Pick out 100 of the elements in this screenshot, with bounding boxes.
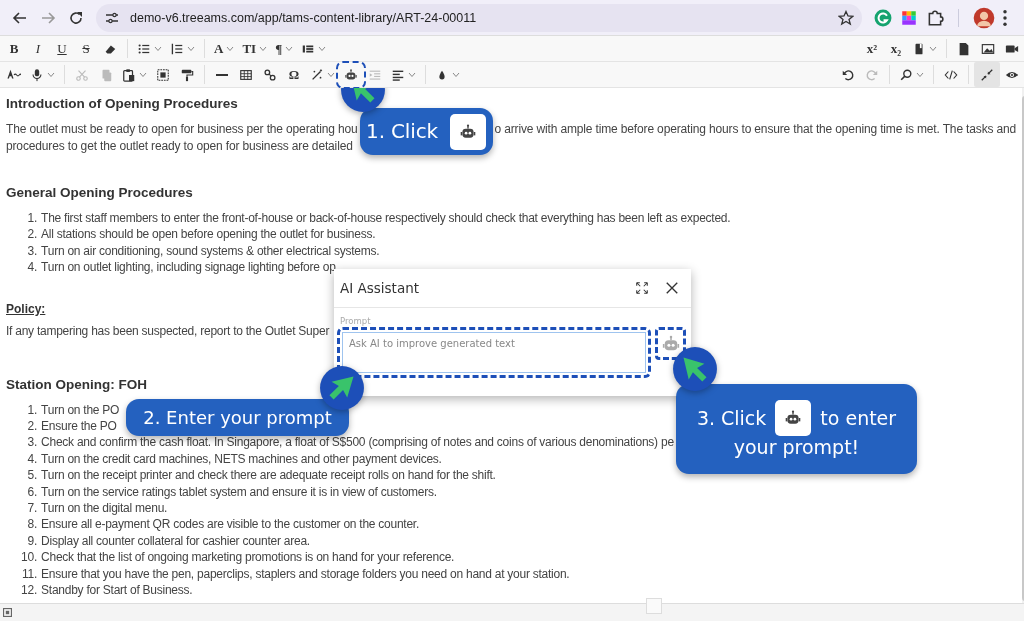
list-item-text: Turn on the digital menu. (40, 500, 168, 517)
magic-wand-icon (310, 67, 324, 82)
menu-icon[interactable] (1003, 9, 1007, 26)
star-icon (838, 9, 854, 26)
list-number: 8. (26, 516, 38, 533)
list-item-text: Turn on air conditioning, sound systems & other electrical systems. (40, 242, 380, 260)
policy-text: If any tampering has been suspected, report to the Outlet Super (6, 323, 330, 338)
horizontal-rule-icon (216, 73, 228, 76)
paragraph-text: o arrive with ample time before operating hours to ensure that the opening time is met. The tasks and (494, 121, 1017, 138)
list-item-text: Turn on the receipt printer and check there are adequate receipt rolls on hand for the shift. (40, 467, 496, 484)
list-number: 1. (26, 210, 38, 227)
caret-icon (327, 71, 335, 78)
list-item-text: Display all counter collateral for cashier counter area. (40, 532, 310, 550)
avatar-icon (973, 6, 995, 29)
caret-icon (47, 71, 55, 78)
caret-icon (285, 45, 294, 52)
palette-icon (900, 8, 918, 27)
prompt-field[interactable]: Ask AI to improve generated text (337, 327, 651, 378)
callout-text: 2. Enter your prompt (143, 407, 332, 428)
numbered-list-icon (170, 41, 184, 56)
list-item-text: The first staff members to enter the front-of-house or back-of-house respectively should check that everything has been left as expected. (40, 210, 731, 227)
list-item-text: Check that the list of ongoing marketing promotions is on hand for your reference. (40, 549, 455, 566)
url-text: demo-v6.treeams.com/app/tams-content-library/ART-24-00011 (130, 10, 478, 25)
expand-icon (635, 281, 649, 295)
select-all-icon (156, 67, 170, 82)
list-number: 6. (26, 483, 38, 501)
callout-text: 1. Click (366, 123, 438, 140)
reload-icon (68, 9, 84, 26)
list-number: 7. (26, 500, 38, 517)
caret-icon (139, 71, 147, 78)
redo-icon (865, 67, 879, 82)
back-icon (12, 9, 28, 26)
format-button[interactable]: A (210, 37, 239, 60)
caret-icon (408, 71, 416, 78)
paint-roller-icon (180, 67, 194, 82)
list-item-text: Standby for Start of Business. (40, 582, 193, 599)
list-number: 3. (26, 434, 38, 451)
file-icon (957, 41, 971, 56)
list-number: 12. (20, 582, 38, 599)
list-number: 3. (26, 242, 38, 260)
list-number: 2. (26, 418, 38, 435)
spelling-icon (7, 67, 21, 82)
compress-icon (980, 67, 994, 82)
caret-icon (226, 45, 235, 52)
caret-icon (916, 71, 924, 78)
list-number: 11. (20, 565, 38, 583)
cursor-icon (319, 365, 365, 411)
list-number: 5. (26, 467, 38, 484)
section-heading: General Opening Procedures (6, 184, 193, 202)
robot-icon (458, 122, 477, 141)
callout-text: your prompt! (733, 436, 860, 458)
caret-icon (318, 45, 327, 52)
italic-button[interactable]: I (26, 37, 50, 60)
list-number: 1. (26, 401, 38, 419)
bullet-list-icon (137, 41, 151, 56)
section-heading: Introduction of Opening Procedures (6, 95, 238, 113)
underline-button[interactable]: U (50, 37, 74, 60)
caret-icon (452, 71, 460, 78)
robot-button[interactable] (339, 63, 363, 86)
paragraph-text: procedures to get the outlet ready to open for business are detailed (6, 137, 354, 154)
section-heading: Station Opening: FOH (6, 375, 147, 394)
list-number: 9. (26, 532, 38, 550)
image-icon (981, 41, 995, 56)
clipboard-icon (122, 67, 136, 82)
close-button[interactable] (665, 281, 679, 295)
expand-button[interactable] (635, 281, 649, 295)
caret-icon (154, 45, 162, 52)
address-bar[interactable]: demo-v6.treeams.com/app/tams-content-library/ART-24-00011 (96, 3, 862, 32)
paragraph-text: The outlet must be ready to open for business per the operating hou (6, 121, 358, 138)
list-item-text: Turn on the credit card machines, NETS machines and other payment devices. (40, 450, 442, 468)
list-item-text: Ensure the PO (40, 418, 117, 435)
list-item-text: Turn on outlet lighting, including signage lighting before op (40, 259, 336, 276)
dialog-title: AI Assistant (340, 280, 420, 296)
list-number: 4. (26, 450, 38, 468)
extension-icon (874, 8, 892, 27)
close-icon (665, 281, 679, 295)
bold-button[interactable]: B (2, 37, 26, 60)
search-icon (899, 67, 913, 82)
format-button[interactable]: ¶ (271, 37, 298, 60)
resize-icon (3, 608, 12, 617)
robot-icon (784, 409, 803, 427)
robot-icon (344, 67, 358, 82)
link-icon (263, 67, 277, 82)
list-item-text: Ensure all e-payment QR codes are visible to the customer on the counter. (40, 516, 420, 533)
forward-icon (40, 9, 56, 26)
microphone-icon (30, 67, 44, 82)
list-item-text: Turn on the PO (40, 401, 120, 419)
strikethrough-button[interactable]: S (74, 37, 98, 60)
list-number: 10. (20, 549, 38, 566)
caret-icon (187, 45, 195, 52)
format-button[interactable]: Ω (282, 63, 306, 86)
format-button[interactable]: x₂ (884, 37, 908, 60)
field-label: Prompt (340, 316, 372, 326)
caret-icon (929, 45, 937, 52)
format-button[interactable]: TI (238, 37, 272, 60)
puzzle-icon (926, 8, 944, 27)
callout-text: 3. Click (696, 407, 767, 429)
list-item-text: Turn on the service ratings tablet system and ensure it is in view of customers. (40, 483, 437, 501)
format-button[interactable]: x² (860, 37, 884, 60)
list-item-text: All stations should be open before opening the outlet for business. (40, 226, 376, 243)
